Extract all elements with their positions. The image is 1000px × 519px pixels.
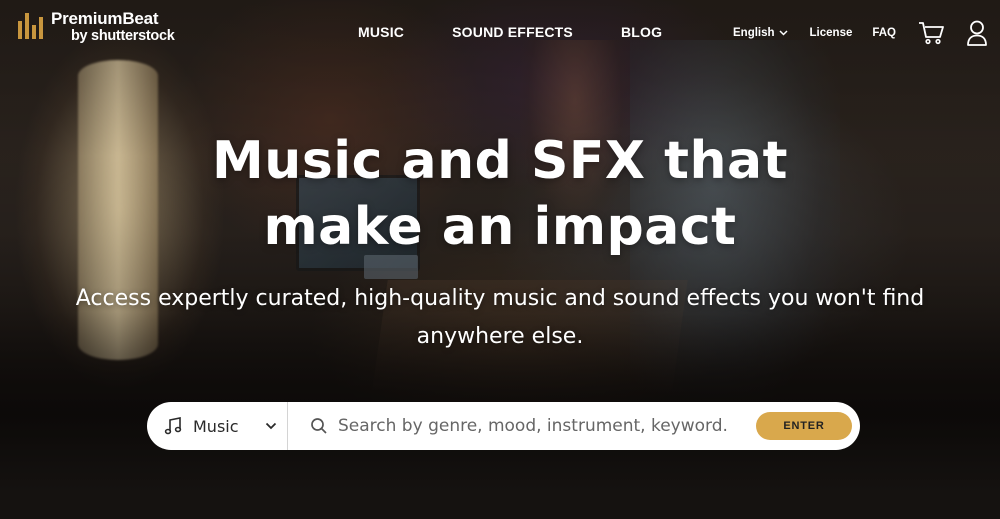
language-selector[interactable]: English xyxy=(733,27,788,39)
search-field xyxy=(288,402,756,450)
language-label: English xyxy=(733,27,775,39)
faq-link[interactable]: FAQ xyxy=(872,27,896,39)
nav-music[interactable]: MUSIC xyxy=(358,24,404,40)
hero-subheadline: Access expertly curated, high-quality mu… xyxy=(75,286,925,349)
hero-section: PremiumBeat by shutterstock MUSIC SOUND … xyxy=(0,0,1000,519)
music-note-icon xyxy=(164,417,182,435)
logo-name: PremiumBeat xyxy=(51,9,159,28)
search-bar: Music ENTER xyxy=(147,402,860,450)
user-icon[interactable] xyxy=(966,20,988,46)
license-link[interactable]: License xyxy=(810,27,853,39)
search-icon xyxy=(311,418,327,434)
logo-byline: by shutterstock xyxy=(71,28,175,44)
brand-logo[interactable]: PremiumBeat by shutterstock xyxy=(18,9,175,44)
nav-blog[interactable]: BLOG xyxy=(621,24,662,40)
category-dropdown[interactable]: Music xyxy=(147,402,288,450)
logo-bars-icon xyxy=(18,11,43,39)
chevron-down-icon xyxy=(265,422,277,430)
category-label: Music xyxy=(193,416,239,436)
enter-button[interactable]: ENTER xyxy=(756,412,852,440)
main-nav: MUSIC SOUND EFFECTS BLOG xyxy=(358,24,662,40)
hero-headline: Music and SFX that make an impact xyxy=(212,131,788,257)
logo-text: PremiumBeat by shutterstock xyxy=(51,9,175,44)
utility-nav: English License FAQ xyxy=(733,20,988,46)
shopping-cart-icon[interactable] xyxy=(918,21,944,45)
site-header: PremiumBeat by shutterstock MUSIC SOUND … xyxy=(0,0,1000,70)
search-input[interactable] xyxy=(336,415,730,437)
nav-sound-effects[interactable]: SOUND EFFECTS xyxy=(452,24,573,40)
chevron-down-icon xyxy=(779,30,788,36)
